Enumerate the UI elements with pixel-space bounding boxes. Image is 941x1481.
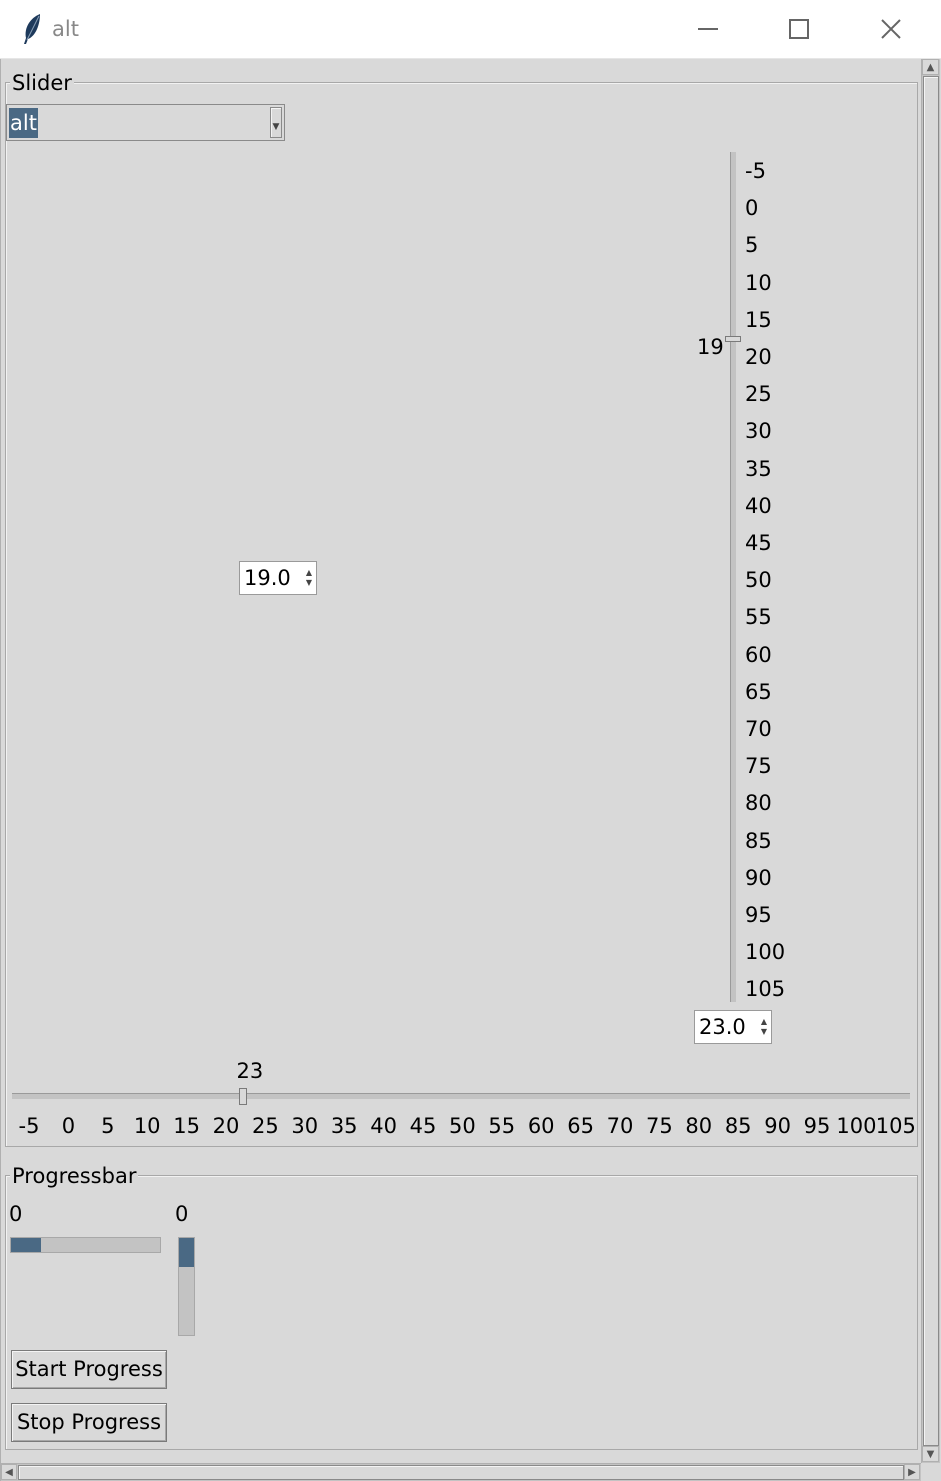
feather-icon xyxy=(24,14,40,44)
scroll-down-arrow-icon[interactable]: ▼ xyxy=(922,1446,939,1462)
vertical-scale-tick: 90 xyxy=(745,865,772,890)
start-progress-button[interactable]: Start Progress xyxy=(11,1350,167,1389)
vertical-scale-tick: 100 xyxy=(745,940,786,965)
vertical-scale-tick: 5 xyxy=(745,233,759,258)
horizontal-scale-tick: 20 xyxy=(212,1114,240,1138)
progressbar-frame-label: Progressbar xyxy=(10,1164,139,1188)
vertical-scale-tick: 40 xyxy=(745,493,772,518)
close-button[interactable] xyxy=(845,0,937,58)
vertical-scale-tick: 95 xyxy=(745,903,772,927)
horizontal-scale-tick: 60 xyxy=(527,1114,555,1138)
horizontal-scale-tick: 70 xyxy=(606,1114,634,1138)
window-vertical-scrollbar[interactable]: ▲ ▼ xyxy=(921,59,940,1463)
theme-combobox-value: alt xyxy=(9,108,38,138)
horizontal-scale-thumb[interactable] xyxy=(238,1088,247,1105)
vertical-scale-tick: 0 xyxy=(745,196,759,221)
vertical-scale-tick: 80 xyxy=(745,791,772,816)
horizontal-scale-tick: 40 xyxy=(370,1114,397,1138)
vertical-scale-tick: 65 xyxy=(745,679,772,704)
vertical-scale-spinbox-value: 23.0 xyxy=(699,1015,746,1039)
vertical-scale-tick: 45 xyxy=(745,531,772,555)
vertical-scale-tick: 20 xyxy=(745,345,772,369)
horizontal-scale-tick: 45 xyxy=(409,1114,437,1138)
vertical-scale-tick: 30 xyxy=(745,419,772,444)
left-spinbox-value: 19.0 xyxy=(244,566,291,590)
stop-progress-button[interactable]: Stop Progress xyxy=(11,1403,167,1442)
horizontal-scale-tick: 75 xyxy=(646,1114,673,1138)
vertical-scale-tick: 50 xyxy=(745,568,772,593)
horizontal-scale-tick: 35 xyxy=(330,1114,358,1138)
horizontal-scale-tick: 50 xyxy=(449,1114,476,1138)
horizontal-scale-tick: -5 xyxy=(18,1114,40,1138)
horizontal-scale-tick: 10 xyxy=(133,1114,161,1138)
left-spinbox[interactable]: 19.0 ▲ ▼ xyxy=(239,561,317,595)
vertical-scale-tick: 25 xyxy=(745,382,772,407)
horizontal-scale-tick: 90 xyxy=(764,1114,791,1138)
horizontal-progress-label: 0 xyxy=(9,1202,23,1226)
horizontal-scale-value: 23 xyxy=(236,1059,264,1083)
vertical-progressbar-fill xyxy=(179,1238,194,1268)
vertical-scale-trough[interactable] xyxy=(730,152,736,1002)
chevron-down-icon[interactable]: ▼ xyxy=(270,107,282,138)
vertical-scale-tick: 15 xyxy=(745,307,772,332)
vertical-scale-tick: 105 xyxy=(745,977,786,1002)
horizontal-scale-tick: 85 xyxy=(724,1114,752,1138)
minimize-icon xyxy=(698,28,718,30)
slider-frame-label: Slider xyxy=(10,71,74,95)
horizontal-scale-tick: 25 xyxy=(252,1114,279,1138)
minimize-button[interactable] xyxy=(662,0,754,58)
theme-combobox[interactable]: alt ▼ xyxy=(6,104,285,141)
maximize-button[interactable] xyxy=(753,0,845,58)
vertical-scale-tick: 35 xyxy=(745,456,772,481)
window-horizontal-scrollbar[interactable]: ◀ ▶ xyxy=(1,1463,921,1481)
scroll-up-arrow-icon[interactable]: ▲ xyxy=(922,59,939,75)
vertical-scale-tick: 60 xyxy=(745,642,772,667)
maximize-icon xyxy=(789,19,809,39)
horizontal-scale-trough[interactable] xyxy=(12,1093,910,1099)
horizontal-scale-tick: 15 xyxy=(173,1114,200,1138)
horizontal-scale-tick: 0 xyxy=(61,1114,76,1138)
horizontal-scale-tick: 5 xyxy=(101,1114,115,1138)
vertical-scale-tick: 10 xyxy=(745,270,772,295)
scroll-left-arrow-icon[interactable]: ◀ xyxy=(1,1464,17,1480)
vertical-scale-tick: 85 xyxy=(745,828,772,853)
title-bar: alt xyxy=(0,0,941,59)
vertical-scale-thumb[interactable] xyxy=(725,336,741,343)
horizontal-scale-tick: 95 xyxy=(803,1114,831,1138)
horizontal-scale-tick: 105 xyxy=(875,1114,916,1138)
vertical-scale-tick: -5 xyxy=(745,159,766,183)
window-horizontal-scrollbar-thumb[interactable] xyxy=(18,1465,904,1480)
horizontal-progressbar-fill xyxy=(11,1238,41,1252)
window-vertical-scrollbar-thumb[interactable] xyxy=(923,76,939,1446)
vertical-progressbar xyxy=(178,1237,195,1336)
spinbox-arrows-icon[interactable]: ▲ ▼ xyxy=(304,568,314,588)
scroll-right-arrow-icon[interactable]: ▶ xyxy=(904,1464,920,1480)
vertical-scale-tick: 70 xyxy=(745,717,772,741)
vertical-scale-tick: 55 xyxy=(745,605,772,630)
horizontal-progressbar xyxy=(10,1237,161,1253)
close-icon xyxy=(881,19,901,39)
vertical-scale-value: 19 xyxy=(697,335,724,360)
horizontal-scale-tick: 55 xyxy=(488,1114,516,1138)
vertical-progress-label: 0 xyxy=(175,1202,189,1226)
horizontal-scale-tick: 65 xyxy=(567,1114,594,1138)
horizontal-scale-tick: 100 xyxy=(836,1114,877,1138)
spinbox-arrows-icon[interactable]: ▲ ▼ xyxy=(759,1017,769,1037)
horizontal-scale-tick: 30 xyxy=(291,1114,319,1138)
window-title: alt xyxy=(52,17,79,41)
vertical-scale-tick: 75 xyxy=(745,754,772,779)
horizontal-scale-tick: 80 xyxy=(685,1114,713,1138)
vertical-scale-spinbox[interactable]: 23.0 ▲ ▼ xyxy=(694,1010,772,1044)
